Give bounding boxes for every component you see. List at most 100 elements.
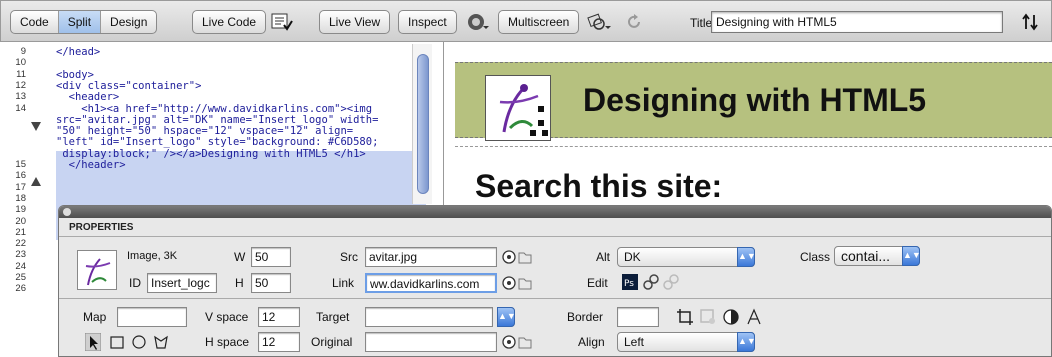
id-field[interactable]: Insert_logc — [147, 273, 217, 293]
src-label: Src — [340, 250, 358, 264]
width-label: W — [234, 250, 246, 264]
browser-preview-icon[interactable] — [467, 13, 489, 31]
line-number: 17 — [15, 181, 26, 193]
alt-label: Alt — [596, 250, 611, 264]
width-field[interactable]: 50 — [251, 247, 291, 267]
align-value: Left — [624, 335, 645, 349]
border-field[interactable] — [617, 307, 659, 327]
vspace-field[interactable]: 12 — [258, 307, 300, 327]
update-from-original-icon[interactable] — [663, 274, 679, 290]
target-select[interactable]: ▲▼ — [497, 307, 516, 327]
hspace-field[interactable]: 12 — [258, 332, 300, 352]
image-thumbnail-icon — [85, 258, 111, 286]
code-line[interactable]: <h1><a href="http://www.davidkarlins.com… — [56, 103, 372, 115]
line-number: 11 — [16, 68, 26, 80]
code-line[interactable]: "50" height="50" hspace="12" vspace="12"… — [56, 125, 353, 137]
image-info-label: Image, 3K — [127, 250, 178, 262]
src-field[interactable]: avitar.jpg — [365, 247, 497, 267]
alt-value: DK — [624, 250, 641, 264]
live-code-button[interactable]: Live Code — [192, 10, 267, 34]
align-select[interactable]: Left ▲▼ — [617, 332, 756, 352]
class-dropdown-arrow-icon[interactable]: ▲▼ — [902, 246, 921, 266]
point-to-file-icon[interactable] — [501, 249, 517, 265]
code-line[interactable]: <div class="container"> — [56, 80, 201, 92]
id-label: ID — [129, 276, 141, 290]
properties-panel: PROPERTIES Image, 3K ID Insert_logc W 50… — [58, 205, 1052, 357]
line-number: 25 — [15, 272, 26, 283]
brightness-contrast-icon[interactable] — [722, 308, 740, 326]
code-line[interactable]: </head> — [56, 46, 100, 58]
target-field[interactable] — [365, 307, 493, 327]
browse-folder-icon[interactable] — [517, 334, 533, 350]
optimize-icon[interactable] — [643, 274, 659, 290]
svg-text:Ps: Ps — [624, 279, 634, 289]
height-field[interactable]: 50 — [251, 273, 291, 293]
code-scrollbar[interactable] — [412, 44, 432, 204]
line-number: 12 — [15, 79, 26, 91]
page-heading: Designing with HTML5 — [583, 82, 927, 118]
code-line[interactable]: "left" id="Insert_logo" style="backgroun… — [56, 136, 378, 148]
vspace-label: V space — [205, 310, 249, 324]
line-number: 10 — [15, 57, 26, 69]
split-view-button[interactable]: Split — [58, 11, 102, 33]
align-label: Align — [578, 335, 605, 349]
image-thumbnail — [77, 250, 117, 290]
line-number: 22 — [15, 238, 26, 250]
live-view-button[interactable]: Live View — [319, 10, 391, 34]
line-number: 13 — [15, 91, 26, 103]
line-number: 15 — [15, 159, 26, 170]
title-sort-icon[interactable] — [1021, 13, 1041, 31]
link-field[interactable]: ww.davidkarlins.com — [365, 273, 497, 293]
line-number: 14 — [15, 102, 26, 114]
point-to-file-icon[interactable] — [501, 275, 517, 291]
alt-dropdown-arrow-icon[interactable]: ▲▼ — [737, 247, 756, 267]
target-dropdown-arrow-icon[interactable]: ▲▼ — [497, 307, 516, 327]
photoshop-edit-icon[interactable]: Ps — [622, 274, 638, 290]
collapse-marker-icon[interactable] — [30, 120, 42, 132]
map-field[interactable] — [117, 307, 187, 327]
browse-folder-icon[interactable] — [517, 249, 533, 265]
resample-icon[interactable] — [699, 308, 717, 326]
polygon-hotspot-icon[interactable] — [153, 334, 169, 350]
alt-field[interactable]: DK ▲▼ — [617, 247, 756, 267]
crop-icon[interactable] — [676, 308, 694, 326]
file-validation-icon[interactable] — [271, 12, 293, 32]
panel-titlebar[interactable] — [59, 206, 1051, 218]
logo-image[interactable] — [485, 75, 551, 141]
multiscreen-preview-icon[interactable] — [587, 13, 611, 31]
header-region[interactable]: Designing with HTML5 — [455, 62, 1052, 141]
multiscreen-button[interactable]: Multiscreen — [498, 10, 580, 34]
class-value: contai... — [841, 248, 891, 264]
original-field[interactable] — [365, 332, 497, 352]
document-toolbar: Code Split Design Live Code Live View In… — [0, 0, 1052, 42]
line-number: 18 — [15, 192, 26, 204]
collapse-end-marker-icon[interactable] — [30, 175, 42, 187]
code-scroll-thumb[interactable] — [417, 54, 429, 194]
align-dropdown-arrow-icon[interactable]: ▲▼ — [737, 332, 756, 352]
panel-close-icon[interactable] — [63, 208, 71, 216]
code-view-button[interactable]: Code — [11, 11, 59, 33]
pointer-hotspot-icon[interactable] — [85, 333, 101, 351]
browse-folder-icon[interactable] — [517, 275, 533, 291]
line-number: 23 — [15, 249, 26, 261]
properties-tab[interactable]: PROPERTIES — [69, 222, 133, 233]
design-view-button[interactable]: Design — [101, 11, 156, 33]
hspace-label: H space — [205, 335, 250, 349]
code-line[interactable]: display:block;" /></a>Designing with HTM… — [56, 148, 365, 160]
point-to-file-icon[interactable] — [501, 334, 517, 350]
code-line[interactable]: <header> — [56, 91, 120, 103]
panel-divider — [59, 236, 1051, 237]
refresh-icon[interactable] — [625, 13, 643, 31]
height-label: H — [235, 276, 244, 290]
code-line[interactable]: src="avitar.jpg" alt="DK" name="Insert_l… — [56, 114, 378, 126]
rect-hotspot-icon[interactable] — [109, 334, 125, 350]
circle-hotspot-icon[interactable] — [131, 334, 147, 350]
code-line[interactable]: </header> — [56, 159, 126, 171]
line-number: 20 — [15, 215, 26, 227]
inspect-button[interactable]: Inspect — [398, 10, 457, 34]
target-label: Target — [316, 310, 350, 324]
sharpen-icon[interactable] — [745, 308, 763, 326]
document-title-input[interactable]: Designing with HTML5 — [711, 11, 1003, 33]
code-line[interactable]: <body> — [56, 69, 94, 81]
class-select[interactable]: contai... ▲▼ — [834, 246, 921, 266]
